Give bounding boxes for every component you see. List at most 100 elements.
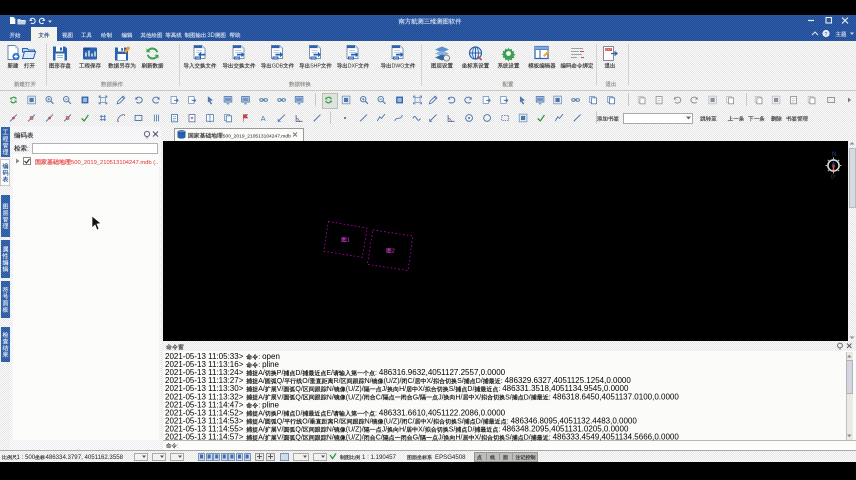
svg-text:486318.6450,4051137.0100,0.000: 486318.6450,4051137.0100,0.0000 <box>553 392 680 401</box>
svg-text:S/: S/ <box>457 378 464 385</box>
svg-text::: : <box>549 435 551 442</box>
svg-text::: : <box>258 354 260 361</box>
svg-text:V/: V/ <box>277 386 284 393</box>
svg-text:G/: G/ <box>413 435 420 442</box>
svg-text:1 : 1.190457: 1 : 1.190457 <box>362 454 396 461</box>
svg-text:C/: C/ <box>376 394 383 401</box>
svg-text:S/: S/ <box>505 435 512 442</box>
svg-text:N/: N/ <box>327 394 334 401</box>
svg-text::: : <box>258 402 260 409</box>
svg-text:D/: D/ <box>476 419 483 426</box>
svg-text:N: N <box>832 151 837 158</box>
svg-text:DXF: DXF <box>348 64 358 70</box>
svg-text:A/: A/ <box>258 419 265 426</box>
svg-text:N/: N/ <box>327 386 334 393</box>
svg-text:G/: G/ <box>413 394 420 401</box>
svg-text:A/: A/ <box>258 378 265 385</box>
svg-text:X/: X/ <box>427 419 434 426</box>
svg-text:D/: D/ <box>467 386 474 393</box>
svg-text:D/: D/ <box>467 427 474 434</box>
svg-text:SHP: SHP <box>310 64 321 70</box>
svg-text:N/: N/ <box>327 427 334 434</box>
svg-text:486331.6610,4051122.2086,0.000: 486331.6610,4051122.2086,0.0000 <box>379 409 506 418</box>
svg-text:486334.3797, 4051162.3558: 486334.3797, 4051162.3558 <box>46 454 124 461</box>
svg-text:H/: H/ <box>456 394 463 401</box>
svg-text:P/: P/ <box>277 370 284 377</box>
svg-text:S/: S/ <box>457 419 464 426</box>
svg-text:EXIT: EXIT <box>605 48 612 52</box>
svg-text:R/: R/ <box>334 378 341 385</box>
svg-text:S/: S/ <box>505 394 512 401</box>
svg-text::: : <box>375 411 377 418</box>
svg-text:A/: A/ <box>258 435 265 442</box>
svg-text:R/: R/ <box>334 419 341 426</box>
svg-text:S/: S/ <box>449 427 456 434</box>
svg-text:H/: H/ <box>399 386 406 393</box>
svg-text::: : <box>549 394 551 401</box>
svg-text:C/: C/ <box>376 435 383 442</box>
svg-text:1: 1 <box>347 238 350 244</box>
svg-text:J/: J/ <box>438 394 444 401</box>
svg-text:500_2019_210513104247.mdb (..: 500_2019_210513104247.mdb (.. <box>71 160 159 166</box>
svg-text:3D: 3D <box>207 33 215 39</box>
svg-text:(U/Z)/: (U/Z)/ <box>346 386 364 393</box>
svg-text::: : <box>498 427 500 434</box>
svg-text:E/: E/ <box>326 411 333 418</box>
svg-text:A/: A/ <box>258 427 265 434</box>
svg-text::: : <box>258 362 260 369</box>
svg-text:2021-05-13 11:14:57>: 2021-05-13 11:14:57> <box>165 433 244 442</box>
svg-text:A/: A/ <box>258 386 265 393</box>
svg-text:V/: V/ <box>277 435 284 442</box>
svg-text:Q/: Q/ <box>277 419 284 426</box>
svg-text:(U/Z)/: (U/Z)/ <box>384 419 402 426</box>
svg-text:EPSG4508: EPSG4508 <box>435 454 466 461</box>
svg-text:?: ? <box>824 32 827 38</box>
svg-text:C/: C/ <box>408 378 415 385</box>
svg-text:A/: A/ <box>258 411 265 418</box>
svg-text::: : <box>27 146 29 153</box>
svg-text:0°: 0° <box>831 175 837 181</box>
svg-text:N/: N/ <box>365 378 372 385</box>
svg-text:486333.4549,4051134.5666,0.000: 486333.4549,4051134.5666,0.0000 <box>553 433 680 442</box>
svg-text:X/: X/ <box>418 427 425 434</box>
svg-text:P/: P/ <box>277 411 284 418</box>
svg-text:N/: N/ <box>327 435 334 442</box>
svg-text:1 : 500: 1 : 500 <box>17 454 36 461</box>
svg-text:A/: A/ <box>258 370 265 377</box>
svg-text:Q/: Q/ <box>295 435 302 442</box>
svg-text:GDB: GDB <box>272 64 284 70</box>
svg-text:D/: D/ <box>524 394 531 401</box>
svg-text:D/: D/ <box>295 411 302 418</box>
svg-text:D/: D/ <box>476 378 483 385</box>
svg-text:DWG: DWG <box>392 64 405 70</box>
svg-text::: : <box>375 370 377 377</box>
svg-text:pline: pline <box>262 400 279 409</box>
svg-text:Q/: Q/ <box>295 394 302 401</box>
svg-text:D/: D/ <box>524 435 531 442</box>
svg-text:H/: H/ <box>399 427 406 434</box>
svg-text:S/: S/ <box>449 386 456 393</box>
svg-text:(U/Z)/: (U/Z)/ <box>384 378 402 385</box>
svg-text:V/: V/ <box>277 427 284 434</box>
svg-text:D/: D/ <box>295 370 302 377</box>
svg-text::: : <box>177 444 179 450</box>
svg-text:A: A <box>261 114 267 123</box>
svg-text:X/: X/ <box>475 394 482 401</box>
svg-text:X/: X/ <box>427 378 434 385</box>
svg-text:O/: O/ <box>302 419 309 426</box>
svg-text:Q/: Q/ <box>295 386 302 393</box>
svg-text::: : <box>498 386 500 393</box>
svg-text:(U/Z)/: (U/Z)/ <box>346 394 364 401</box>
svg-text:J/: J/ <box>382 427 388 434</box>
svg-text:Q/: Q/ <box>295 427 302 434</box>
svg-text:E/: E/ <box>326 370 333 377</box>
svg-text:X/: X/ <box>418 386 425 393</box>
svg-text:486316.9632,4051127.2557,0.000: 486316.9632,4051127.2557,0.0000 <box>379 368 506 377</box>
svg-text:N/: N/ <box>365 419 372 426</box>
svg-text:(U/Z)/: (U/Z)/ <box>346 427 364 434</box>
svg-text:500_2019_210513104247.mdb: 500_2019_210513104247.mdb <box>223 134 291 140</box>
svg-text:pline: pline <box>262 360 279 369</box>
svg-text:J/: J/ <box>438 435 444 442</box>
svg-text:2: 2 <box>392 249 395 255</box>
svg-text:Q/: Q/ <box>277 378 284 385</box>
